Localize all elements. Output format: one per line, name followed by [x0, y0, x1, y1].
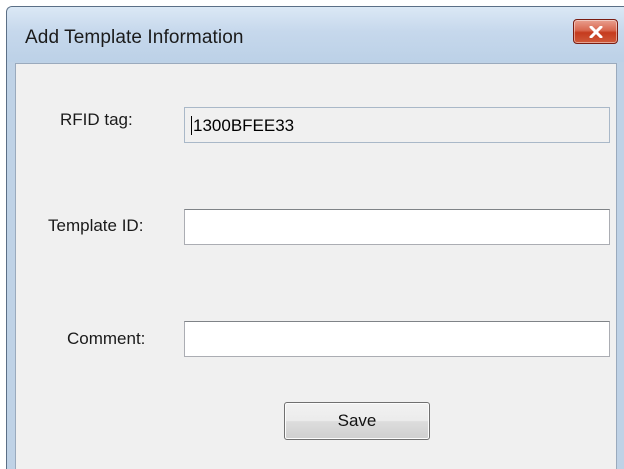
- template-id-input[interactable]: [184, 209, 610, 245]
- close-x-icon: [589, 26, 603, 38]
- rfid-tag-value: 1300BFEE33: [193, 116, 295, 135]
- title-bar[interactable]: Add Template Information: [7, 7, 624, 62]
- close-button[interactable]: [573, 19, 618, 44]
- dialog-body: RFID tag: 1300BFEE33 Template ID: Commen…: [15, 63, 617, 469]
- template-id-label: Template ID:: [48, 216, 144, 235]
- rfid-tag-field[interactable]: 1300BFEE33: [184, 107, 610, 143]
- dialog-window: Add Template Information RFID tag: 1300B…: [6, 6, 624, 469]
- window-title: Add Template Information: [25, 27, 244, 48]
- comment-label: Comment:: [67, 329, 146, 348]
- comment-input[interactable]: [184, 321, 610, 357]
- save-button[interactable]: Save: [284, 402, 430, 440]
- text-caret: [191, 116, 192, 135]
- rfid-tag-label: RFID tag:: [60, 110, 133, 129]
